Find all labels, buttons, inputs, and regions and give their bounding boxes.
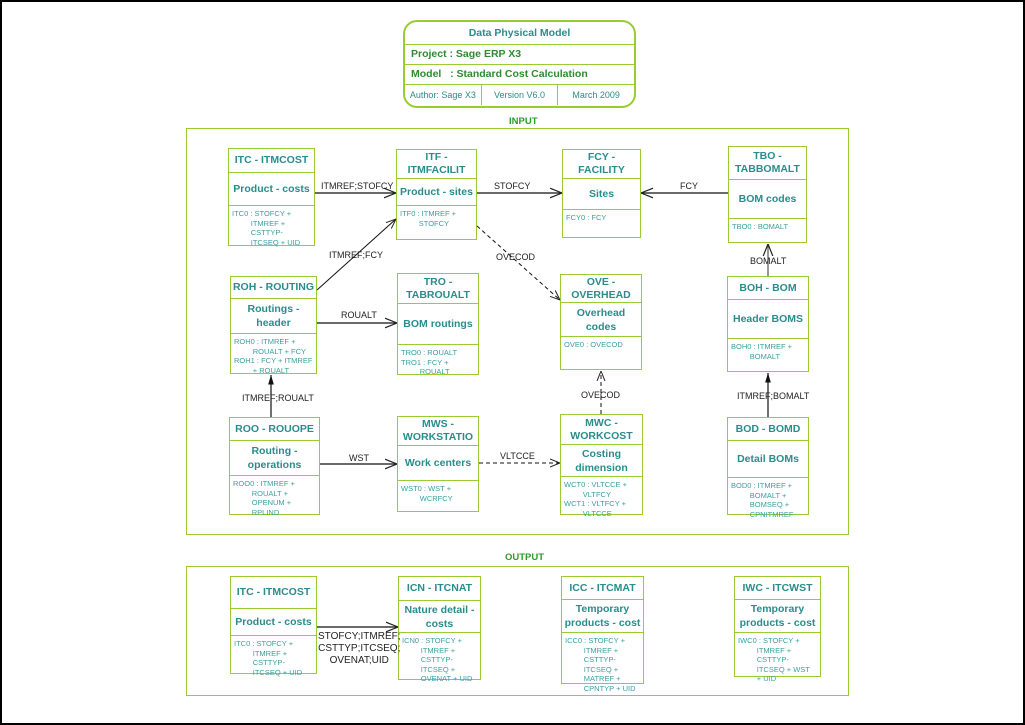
- entity-keys: ICC0 : STOFCY + ITMREF + CSTTYP- ITCSEQ …: [565, 636, 636, 693]
- link-label-bod-boh: ITMREF;BOMALT: [737, 391, 810, 401]
- entity-keys: ITC0 : STOFCY + ITMREF + CSTTYP- ITCSEQ …: [232, 209, 301, 247]
- entity-keys: ROH0 : ITMREF + ROUALT + FCY ROH1 : FCY …: [234, 337, 313, 375]
- entity-header: ROH - ROUTING: [231, 277, 316, 299]
- entity-mws-workstatio[interactable]: MWS - WORKSTATIO Work centers WST0 : WST…: [397, 416, 479, 512]
- output-section-label: OUTPUT: [505, 552, 545, 563]
- link-label-roh-itf: ITMREF;FCY: [329, 250, 383, 260]
- entity-keys: ITC0 : STOFCY + ITMREF + CSTTYP- ITCSEQ …: [234, 639, 303, 677]
- entity-keys: IWC0 : STOFCY + ITMREF + CSTTYP- ITCSEQ …: [738, 636, 810, 683]
- entity-keys: ICN0 : STOFCY + ITMREF + CSTTYP- ITCSEQ …: [402, 636, 473, 683]
- entity-description: Product - costs: [231, 609, 316, 636]
- entity-header: ICC - ITCMAT: [562, 577, 643, 600]
- input-section-label: INPUT: [509, 116, 538, 127]
- link-label-mws-mwc: VLTCCE: [500, 451, 535, 461]
- entity-header: ROO - ROUOPE: [230, 418, 319, 441]
- entity-description: Sites: [563, 179, 640, 210]
- entity-keys: BOD0 : ITMREF + BOMALT + BOMSEQ + CPNITM…: [731, 481, 794, 519]
- diagram-title: Data Physical Model: [405, 22, 634, 45]
- link-label-roo-roh: ITMREF;ROUALT: [242, 393, 314, 403]
- date-label: March 2009: [572, 90, 620, 100]
- entity-header: ITF - ITMFACILIT: [397, 150, 476, 179]
- entity-header: MWC - WORKCOST: [561, 415, 642, 445]
- link-label-itf-fcy: STOFCY: [494, 181, 531, 191]
- link-label-mwc-ove: OVECOD: [581, 390, 621, 400]
- entity-keys: TBO0 : BOMALT: [732, 222, 789, 231]
- entity-icn-itcnat[interactable]: ICN - ITCNAT Nature detail - costs ICN0 …: [398, 576, 481, 683]
- title-card: Data Physical Model Project : Sage ERP X…: [403, 20, 636, 108]
- entity-description: Temporary products - cost: [562, 600, 643, 633]
- entity-description: BOM codes: [729, 180, 806, 219]
- entity-description: Work centers: [398, 446, 478, 481]
- entity-description: Overhead codes: [561, 303, 641, 337]
- entity-keys: ITF0 : ITMREF + STOFCY: [400, 209, 457, 228]
- entity-description: Detail BOMs: [728, 441, 808, 478]
- entity-mwc-workcost[interactable]: MWC - WORKCOST Costing dimension WCT0 : …: [560, 414, 643, 518]
- entity-header: ITC - ITMCOST: [231, 577, 316, 609]
- entity-header: FCY - FACILITY: [563, 150, 640, 179]
- entity-fcy-facility[interactable]: FCY - FACILITY Sites FCY0 : FCY: [562, 149, 641, 238]
- link-label-itc-icn: STOFCY;ITMREF; CSTTYP;ITCSEQ; OVENAT;UID: [318, 631, 401, 666]
- entity-header: ITC - ITMCOST: [229, 149, 314, 173]
- entity-header: MWS - WORKSTATIO: [398, 417, 478, 446]
- entity-description: Costing dimension: [561, 445, 642, 477]
- author-label: Author: Sage X3: [405, 85, 482, 105]
- entity-ove-overhead[interactable]: OVE - OVERHEAD Overhead codes OVE0 : OVE…: [560, 274, 642, 370]
- entity-header: BOD - BOMD: [728, 418, 808, 441]
- link-label-itf-ove: OVECOD: [496, 252, 536, 262]
- entity-keys: WCT0 : VLTCCE + VLTFCY WCT1 : VLTFCY + V…: [564, 480, 627, 518]
- entity-header: OVE - OVERHEAD: [561, 275, 641, 303]
- entity-description: Product - costs: [229, 173, 314, 206]
- link-label-roo-mws: WST: [349, 453, 369, 463]
- link-label-boh-tbo: BOMALT: [750, 256, 787, 266]
- link-label-tbo-fcy: FCY: [680, 181, 698, 191]
- entity-itf-itmfacilit[interactable]: ITF - ITMFACILIT Product - sites ITF0 : …: [396, 149, 477, 240]
- entity-roh-routing[interactable]: ROH - ROUTING Routings - header ROH0 : I…: [230, 276, 317, 375]
- entity-description: Temporary products - cost: [735, 600, 820, 633]
- entity-header: TRO - TABROUALT: [398, 274, 478, 304]
- version-label: Version V6.0: [482, 85, 559, 105]
- entity-description: Header BOMS: [728, 300, 808, 339]
- entity-tro-tabroualt[interactable]: TRO - TABROUALT BOM routings TRO0 : ROUA…: [397, 273, 479, 376]
- entity-description: Product - sites: [397, 179, 476, 206]
- entity-keys: FCY0 : FCY: [566, 213, 607, 222]
- entity-header: TBO - TABBOMALT: [729, 147, 806, 180]
- entity-itc-itmcost-output[interactable]: ITC - ITMCOST Product - costs ITC0 : STO…: [230, 576, 317, 677]
- link-label-itc-itf: ITMREF;STOFCY: [321, 181, 394, 191]
- entity-header: BOH - BOM: [728, 277, 808, 300]
- entity-bod-bomd[interactable]: BOD - BOMD Detail BOMs BOD0 : ITMREF + B…: [727, 417, 809, 519]
- entity-header: ICN - ITCNAT: [399, 577, 480, 601]
- model-label: Model : Standard Cost Calculation: [405, 65, 634, 85]
- entity-roo-rouope[interactable]: ROO - ROUOPE Routing - operations ROO0 :…: [229, 417, 320, 517]
- entity-description: Routing - operations: [230, 441, 319, 476]
- project-label: Project : Sage ERP X3: [405, 45, 634, 65]
- entity-keys: TRO0 : ROUALT TRO1 : FCY + ROUALT: [401, 348, 458, 376]
- entity-description: Nature detail - costs: [399, 601, 480, 633]
- entity-keys: WST0 : WST + WCRFCY: [401, 484, 453, 503]
- entity-keys: OVE0 : OVECOD: [564, 340, 623, 349]
- entity-itc-itmcost[interactable]: ITC - ITMCOST Product - costs ITC0 : STO…: [228, 148, 315, 247]
- entity-description: Routings - header: [231, 299, 316, 334]
- entity-header: IWC - ITCWST: [735, 577, 820, 600]
- entity-icc-itcmat[interactable]: ICC - ITCMAT Temporary products - cost I…: [561, 576, 644, 693]
- entity-keys: BOH0 : ITMREF + BOMALT: [731, 342, 793, 361]
- entity-description: BOM routings: [398, 304, 478, 345]
- entity-tbo-tabbomalt[interactable]: TBO - TABBOMALT BOM codes TBO0 : BOMALT: [728, 146, 807, 243]
- entity-boh-bom[interactable]: BOH - BOM Header BOMS BOH0 : ITMREF + BO…: [727, 276, 809, 372]
- entity-keys: ROO0 : ITMREF + ROUALT + OPENUM + RPLIND: [233, 479, 295, 517]
- entity-iwc-itcwst[interactable]: IWC - ITCWST Temporary products - cost I…: [734, 576, 821, 683]
- link-label-roh-tro: ROUALT: [341, 310, 377, 320]
